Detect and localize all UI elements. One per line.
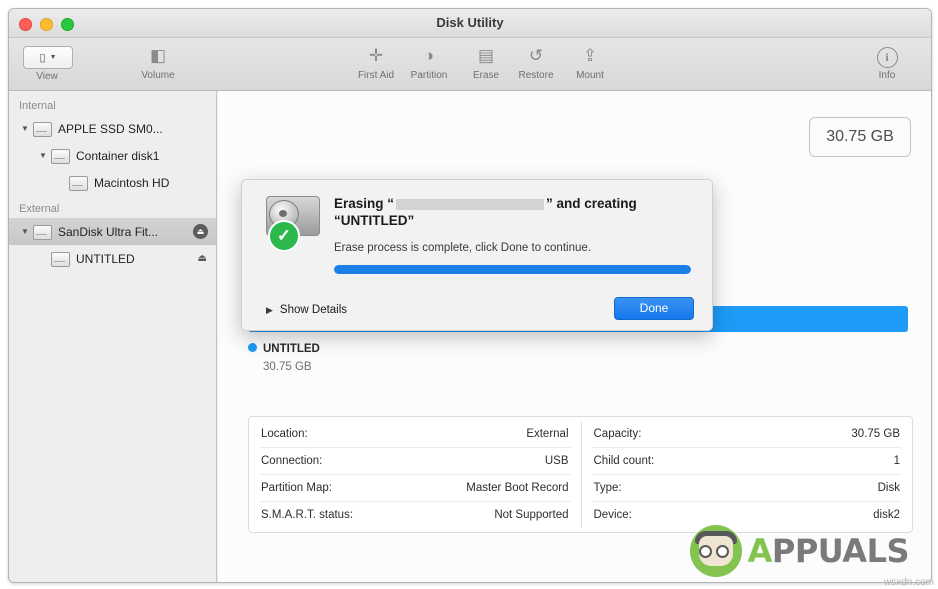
partition-icon: ◑ [398, 43, 460, 69]
info-value: 1 [894, 455, 900, 467]
info-row: Connection: USB [259, 448, 571, 475]
info-label: S.M.A.R.T. status: [261, 509, 353, 521]
disk-info-panel: Location: External Connection: USB Parti… [248, 416, 913, 533]
info-value: Not Supported [494, 509, 568, 521]
sidebar-header-external: External [9, 200, 216, 218]
info-label: Device: [594, 509, 632, 521]
sidebar-header-internal: Internal [9, 97, 216, 115]
toolbar-item-info[interactable]: i Info [861, 43, 913, 81]
progress-bar-fill [334, 265, 691, 274]
show-details-label: Show Details [280, 304, 347, 316]
appuals-logo-icon [690, 525, 742, 577]
toolbar-label-volume: Volume [127, 70, 189, 81]
view-label: View [23, 71, 71, 82]
toolbar-label-partition: Partition [398, 70, 460, 81]
legend-entry: UNTITLED [248, 343, 320, 355]
sidebar-item-label: UNTITLED [76, 252, 135, 266]
usage-legend: UNTITLED 30.75 GB [248, 343, 320, 373]
sidebar-item-macintosh-hd[interactable]: Macintosh HD [9, 169, 216, 196]
progress-bar [334, 265, 691, 274]
disk-utility-window: Disk Utility ▯ ▼ View ◧ Volume ✛ First A… [8, 8, 932, 583]
info-value: 30.75 GB [851, 428, 900, 440]
sheet-title-suffix: ” and creating [546, 196, 637, 211]
chevron-right-icon: ▶ [266, 305, 273, 316]
sheet-title: Erasing “ ” and creating “UNTITLED” [334, 195, 694, 229]
sheet-subtitle: Erase process is complete, click Done to… [334, 242, 591, 254]
info-row: Partition Map: Master Boot Record [259, 475, 571, 502]
capacity-bubble: 30.75 GB [809, 117, 911, 157]
toolbar-item-volume[interactable]: ◧ Volume [127, 43, 189, 81]
sidebar-item-label: SanDisk Ultra Fit... [58, 225, 158, 239]
erase-progress-sheet: ✓ Erasing “ ” and creating “UNTITLED” Era… [241, 179, 713, 331]
info-icon: i [861, 43, 913, 69]
info-row: Location: External [259, 421, 571, 448]
info-row: S.M.A.R.T. status: Not Supported [259, 502, 571, 528]
sidebar-item-container-disk1[interactable]: ▼ Container disk1 [9, 142, 216, 169]
watermark-text: APPUALS [748, 532, 909, 570]
sidebar-item-label: Container disk1 [76, 149, 159, 163]
info-label: Location: [261, 428, 308, 440]
info-value: disk2 [873, 509, 900, 521]
window-title: Disk Utility [9, 9, 931, 37]
info-column-left: Location: External Connection: USB Parti… [249, 421, 581, 528]
sidebar-item-sandisk-ultra-fit[interactable]: ▼ SanDisk Ultra Fit... ⏏ [9, 218, 216, 245]
disk-icon [31, 121, 53, 137]
info-row: Type: Disk [592, 475, 903, 502]
done-button[interactable]: Done [614, 297, 694, 320]
info-column-right: Capacity: 30.75 GB Child count: 1 Type: … [581, 421, 913, 528]
volume-icon: ◧ [127, 43, 189, 69]
eject-icon[interactable]: ⏏ [193, 224, 208, 239]
toolbar-label-info: Info [861, 70, 913, 81]
sidebar-item-label: APPLE SSD SM0... [58, 122, 163, 136]
volume-icon [67, 175, 89, 191]
chevron-down-icon: ▼ [50, 54, 57, 61]
show-details-toggle[interactable]: ▶ Show Details [266, 304, 347, 316]
sheet-title-line2: “UNTITLED” [334, 212, 694, 229]
redacted-volume-name [396, 199, 544, 210]
toolbar-item-restore[interactable]: ↺ Restore [505, 43, 567, 81]
sidebar-item-apple-ssd[interactable]: ▼ APPLE SSD SM0... [9, 115, 216, 142]
info-row: Capacity: 30.75 GB [592, 421, 903, 448]
disclosure-triangle-icon[interactable]: ▼ [37, 151, 49, 160]
title-bar: Disk Utility [9, 9, 931, 38]
sidebar: Internal ▼ APPLE SSD SM0... ▼ Container … [9, 91, 217, 583]
toolbar-item-partition[interactable]: ◑ Partition [398, 43, 460, 81]
toolbar-label-restore: Restore [505, 70, 567, 81]
toolbar-item-mount[interactable]: ⇪ Mount [559, 43, 621, 81]
legend-size: 30.75 GB [263, 361, 320, 373]
volume-icon [49, 251, 71, 267]
info-label: Child count: [594, 455, 655, 467]
sidebar-item-label: Macintosh HD [94, 176, 169, 190]
info-label: Type: [594, 482, 622, 494]
drive-icon: ✓ [262, 194, 324, 250]
legend-swatch-icon [248, 343, 257, 352]
sheet-title-prefix: Erasing “ [334, 196, 394, 211]
view-button[interactable]: ▯ ▼ [23, 46, 73, 69]
disclosure-triangle-icon[interactable]: ▼ [19, 227, 31, 236]
disk-icon [31, 224, 53, 240]
restore-icon: ↺ [505, 43, 567, 69]
appuals-watermark: APPUALS [690, 525, 909, 577]
legend-label: UNTITLED [263, 343, 320, 355]
info-label: Capacity: [594, 428, 642, 440]
detail-pane: 30.75 GB UNTITLED 30.75 GB Location: Ext… [218, 91, 931, 583]
volume-icon [49, 148, 71, 164]
info-value: USB [545, 455, 569, 467]
info-value: Master Boot Record [466, 482, 568, 494]
content-area: Internal ▼ APPLE SSD SM0... ▼ Container … [9, 91, 931, 583]
mount-icon: ⇪ [559, 43, 621, 69]
info-label: Connection: [261, 455, 322, 467]
eject-icon[interactable]: ⏏ [198, 253, 207, 264]
disclosure-triangle-icon[interactable]: ▼ [19, 124, 31, 133]
info-row: Child count: 1 [592, 448, 903, 475]
toolbar: ▯ ▼ View ◧ Volume ✛ First Aid ◑ Partitio… [9, 38, 931, 91]
info-value: Disk [878, 482, 900, 494]
toolbar-label-mount: Mount [559, 70, 621, 81]
source-watermark: wsxdn.com [884, 577, 934, 588]
success-check-icon: ✓ [268, 220, 300, 252]
sidebar-layout-icon: ▯ [40, 51, 46, 64]
info-value: External [526, 428, 568, 440]
sidebar-item-untitled[interactable]: UNTITLED ⏏ [9, 245, 216, 272]
info-label: Partition Map: [261, 482, 332, 494]
